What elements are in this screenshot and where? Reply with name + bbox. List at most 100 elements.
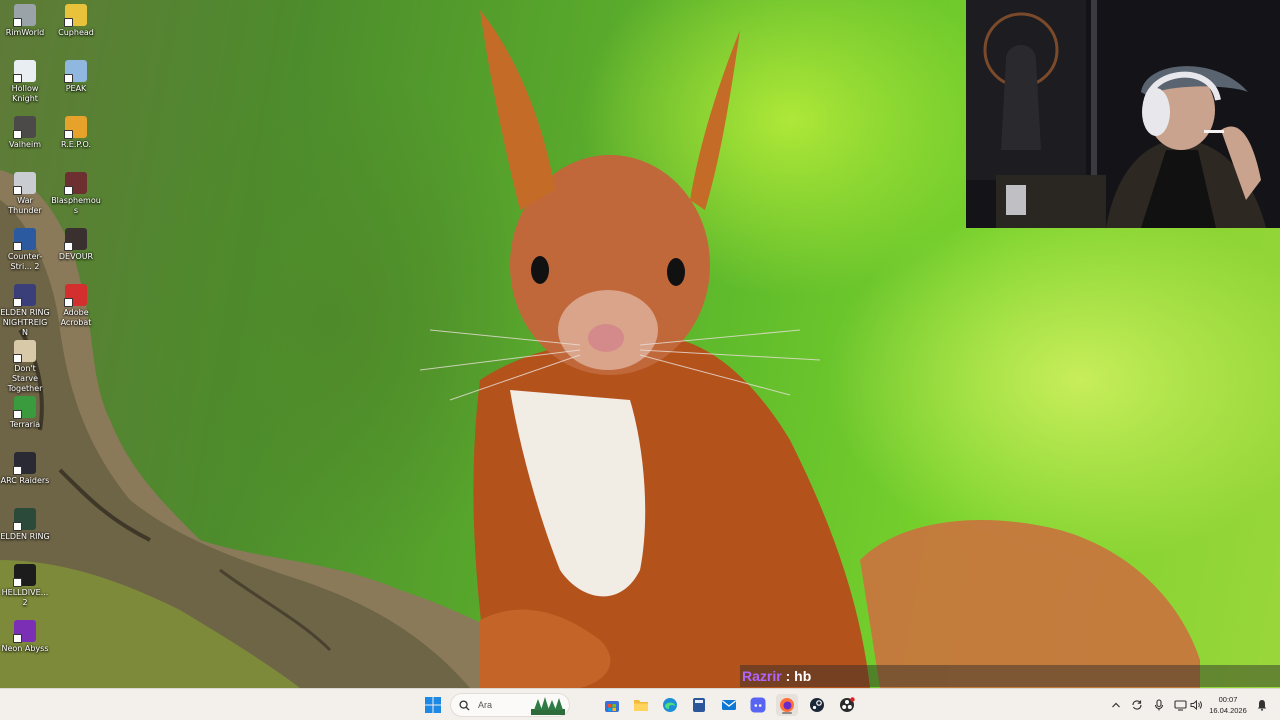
mail-icon [722, 700, 736, 710]
arc-raiders-icon [13, 452, 36, 475]
desktop-icon-label: Neon Abyss [1, 644, 49, 653]
helldivers-icon [13, 564, 36, 587]
desktop-icon-label: ARC Raiders [0, 476, 50, 485]
desktop-icon-label: Valheim [9, 140, 41, 149]
search-box[interactable]: Ara [450, 693, 570, 717]
peak-icon [64, 60, 87, 83]
elden-ring-nightreign-icon [13, 284, 36, 307]
clock-time: 00:07 [1218, 695, 1238, 704]
desktop-icon-helldivers[interactable]: HELLDIVE... 2 [0, 564, 50, 608]
desktop-icon-elden-ring[interactable]: ELDEN RING [0, 508, 50, 542]
desktop-icon-label: R.E.P.O. [60, 140, 92, 149]
desktop-icon-label: RimWorld [5, 28, 45, 37]
bell-icon [1257, 700, 1267, 711]
desktop-icon-repo[interactable]: R.E.P.O. [51, 116, 101, 150]
tray-microphone[interactable] [1151, 697, 1167, 713]
desktop-icon-label: Counter-Stri... 2 [7, 252, 43, 271]
counter-strike-icon [13, 228, 36, 251]
outlook-button[interactable] [718, 694, 740, 716]
desktop-icon-label: HELLDIVE... 2 [1, 588, 49, 607]
desktop-icon-label: ELDEN RING NIGHTREIGN [0, 308, 50, 337]
start-button[interactable] [422, 694, 444, 716]
hollow-knight-icon [13, 60, 36, 83]
search-icon [459, 699, 470, 711]
clock-date: 16.04.2026 [1209, 706, 1247, 715]
war-thunder-icon [13, 172, 36, 195]
store-icon [605, 701, 619, 712]
chat-message: Razrir : hb [740, 665, 1280, 687]
desktop-icon-hollow-knight[interactable]: Hollow Knight [0, 60, 50, 104]
network-icon [1173, 700, 1187, 711]
desktop-icon-label: War Thunder [8, 196, 42, 215]
desktop-icon-cuphead[interactable]: Cuphead [51, 4, 101, 38]
desktop-icon-label: Don't Starve Together [7, 364, 43, 393]
app-icon [693, 698, 705, 712]
webcam-overlay [966, 0, 1280, 228]
obs-button[interactable] [836, 694, 858, 716]
desktop-icon-devour[interactable]: DEVOUR [51, 228, 101, 262]
desktop-icon-blasphemous[interactable]: Blasphemous [51, 172, 101, 216]
volume-icon [1190, 699, 1202, 711]
discord-icon [750, 697, 766, 713]
elden-ring-icon [13, 508, 36, 531]
desktop-icon-arc-raiders[interactable]: ARC Raiders [0, 452, 50, 486]
desktop-icon-valheim[interactable]: Valheim [0, 116, 50, 150]
desktop-icon-label: Adobe Acrobat [60, 308, 92, 327]
edge-button[interactable] [659, 694, 681, 716]
desktop-icon-label: Cuphead [58, 28, 94, 37]
obs-icon [840, 697, 855, 712]
microphone-icon [1154, 699, 1164, 711]
valheim-icon [13, 116, 36, 139]
devour-icon [64, 228, 87, 251]
sync-icon [1132, 700, 1142, 710]
chat-separator: : [781, 668, 795, 684]
desktop-icon-label: DEVOUR [58, 252, 94, 261]
forest-widget-icon [531, 697, 565, 715]
active-indicator [782, 712, 792, 714]
desktop-icon-rimworld[interactable]: RimWorld [0, 4, 50, 38]
tray-network[interactable] [1172, 697, 1188, 713]
chevron-up-icon [1112, 702, 1120, 708]
folder-icon [634, 700, 648, 711]
desktop-icon-label: Hollow Knight [11, 84, 39, 103]
webcam-feed [966, 0, 1280, 228]
tray-overflow-button[interactable] [1108, 697, 1124, 713]
desktop-icon-elden-ring-nightreign[interactable]: ELDEN RING NIGHTREIGN [0, 284, 50, 338]
firefox-button[interactable] [776, 694, 798, 716]
taskbar-clock[interactable]: 00:07 16.04.2026 [1205, 694, 1251, 716]
desktop-icon-peak[interactable]: PEAK [51, 60, 101, 94]
desktop-icon-war-thunder[interactable]: War Thunder [0, 172, 50, 216]
rimworld-icon [13, 4, 36, 27]
tray-sync[interactable] [1129, 697, 1145, 713]
desktop-icon-neon-abyss[interactable]: Neon Abyss [0, 620, 50, 654]
repo-icon [64, 116, 87, 139]
desktop-icon-terraria[interactable]: Terraria [0, 396, 50, 430]
neon-abyss-icon [13, 620, 36, 643]
desktop-icon-dont-starve-together[interactable]: Don't Starve Together [0, 340, 50, 394]
tray-volume[interactable] [1188, 697, 1204, 713]
steam-button[interactable] [806, 694, 828, 716]
desktop-icon-label: Terraria [9, 420, 41, 429]
firefox-icon [780, 698, 794, 712]
steam-icon [810, 698, 824, 712]
desktop-icon-counter-strike[interactable]: Counter-Stri... 2 [0, 228, 50, 272]
taskbar: Ara 00:07 16.04.2026 [0, 688, 1280, 720]
calculator-button[interactable] [688, 694, 710, 716]
desktop-icon-label: ELDEN RING [0, 532, 50, 541]
chat-username: Razrir [742, 668, 782, 684]
windows-logo-icon [425, 697, 441, 713]
blasphemous-icon [64, 172, 87, 195]
terraria-icon [13, 396, 36, 419]
adobe-acrobat-icon [64, 284, 87, 307]
notification-button[interactable] [1254, 697, 1270, 713]
desktop-icon-adobe-acrobat[interactable]: Adobe Acrobat [51, 284, 101, 328]
chat-text: hb [794, 668, 812, 684]
ms-store-button[interactable] [601, 694, 623, 716]
edge-icon [663, 698, 677, 712]
desktop-icon-label: Blasphemous [51, 196, 101, 215]
dont-starve-together-icon [13, 340, 36, 363]
discord-button[interactable] [747, 694, 769, 716]
cuphead-icon [64, 4, 87, 27]
desktop-icon-label: PEAK [65, 84, 87, 93]
file-explorer-button[interactable] [630, 694, 652, 716]
